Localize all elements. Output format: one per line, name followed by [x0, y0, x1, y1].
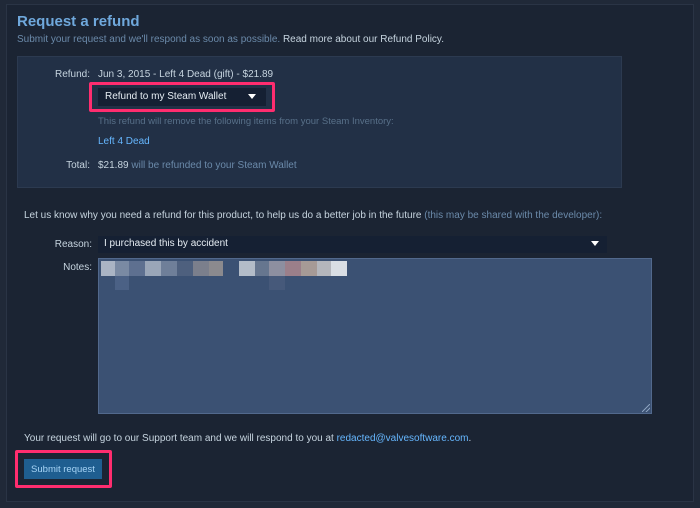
removed-item-link[interactable]: Left 4 Dead — [98, 136, 150, 147]
support-note: Your request will go to our Support team… — [24, 433, 471, 444]
total-label: Total: — [66, 160, 90, 171]
redacted-text-block — [177, 261, 193, 276]
redacted-text-block — [331, 261, 347, 276]
redacted-text-block — [255, 261, 269, 276]
refund-label: Refund: — [54, 69, 90, 80]
why-note: (this may be shared with the developer): — [424, 210, 603, 221]
redacted-text-block — [285, 261, 301, 276]
resize-grip-icon[interactable] — [642, 404, 650, 412]
refund-policy-link[interactable]: Read more about our Refund Policy. — [283, 34, 444, 45]
redacted-text-block — [193, 261, 209, 276]
page-subtitle: Submit your request and we'll respond as… — [17, 34, 444, 45]
redacted-text-block — [269, 261, 285, 276]
redacted-text-block — [161, 261, 177, 276]
support-text: Your request will go to our Support team… — [24, 433, 334, 444]
notes-textarea[interactable] — [98, 258, 652, 414]
refund-value: Jun 3, 2015 - Left 4 Dead (gift) - $21.8… — [98, 69, 274, 80]
page-title: Request a refund — [17, 13, 140, 30]
reason-select[interactable]: I purchased this by accident — [98, 236, 607, 253]
caret-down-icon — [591, 241, 599, 246]
redacted-text-block — [269, 276, 285, 290]
caret-down-icon — [248, 94, 256, 99]
redacted-text-block — [129, 261, 145, 276]
refund-method-value: Refund to my Steam Wallet — [105, 91, 227, 102]
redacted-text-block — [317, 261, 331, 276]
support-email-link[interactable]: redacted@valvesoftware.com — [337, 433, 469, 444]
redacted-text-block — [115, 276, 129, 290]
submit-request-button[interactable]: Submit request — [24, 459, 102, 479]
total-line: $21.89 will be refunded to your Steam Wa… — [98, 160, 297, 171]
redacted-text-block — [301, 261, 317, 276]
redacted-text-block — [101, 261, 115, 276]
notes-label: Notes: — [63, 262, 92, 273]
total-amount: $21.89 — [98, 160, 129, 171]
redacted-text-block — [209, 261, 223, 276]
subtitle-text: Submit your request and we'll respond as… — [17, 34, 281, 45]
inventory-removal-note: This refund will remove the following it… — [98, 116, 394, 127]
total-note: will be refunded to your Steam Wallet — [131, 160, 297, 171]
redacted-text-block — [239, 261, 255, 276]
refund-reason-prompt: Let us know why you need a refund for th… — [24, 210, 602, 221]
why-text: Let us know why you need a refund for th… — [24, 210, 422, 221]
refund-method-dropdown[interactable]: Refund to my Steam Wallet — [98, 88, 266, 106]
redacted-text-block — [115, 261, 129, 276]
support-text-end: . — [468, 433, 472, 444]
reason-label: Reason: — [54, 239, 92, 250]
reason-value: I purchased this by accident — [104, 238, 228, 249]
redacted-text-block — [145, 261, 161, 276]
